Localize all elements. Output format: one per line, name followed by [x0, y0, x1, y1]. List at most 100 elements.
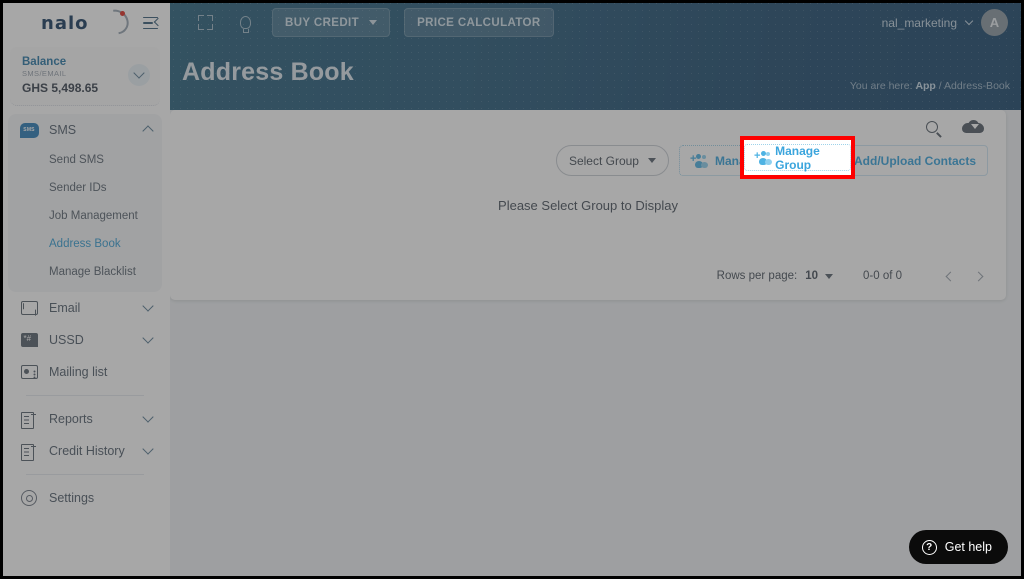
sidebar-item-ussd[interactable]: USSD — [8, 324, 162, 356]
nalo-logo-mark: nalo — [39, 4, 134, 39]
chevron-down-icon — [825, 273, 833, 279]
user-menu[interactable]: nal_marketing A — [882, 9, 1008, 36]
sidebar-item-send-sms[interactable]: Send SMS — [8, 146, 162, 174]
lightbulb-icon[interactable] — [232, 10, 258, 36]
breadcrumb-prefix: You are here: — [849, 80, 913, 92]
chevron-down-icon — [142, 411, 154, 423]
chevron-right-icon — [973, 271, 983, 281]
add-contacts-label: Add/Upload Contacts — [854, 153, 976, 168]
breadcrumb-separator: / — [938, 80, 942, 92]
sidebar-item-label: SMS — [49, 123, 77, 137]
menu-collapse-icon[interactable] — [138, 10, 164, 36]
sidebar-item-mailing-list[interactable]: Mailing list — [8, 356, 162, 388]
envelope-icon — [18, 297, 40, 319]
chevron-down-icon — [964, 16, 974, 25]
price-calculator-label: PRICE CALCULATOR — [417, 16, 541, 29]
sidebar-item-label: Settings — [49, 491, 95, 505]
frame-top — [0, 0, 1024, 3]
sms-bubble-icon: SMS — [18, 119, 40, 141]
sidebar-subitem-label: Sender IDs — [49, 182, 107, 194]
sidebar-item-job-management[interactable]: Job Management — [8, 202, 162, 230]
question-mark-icon: ? — [921, 539, 937, 555]
avatar[interactable]: A — [981, 9, 1008, 36]
ussd-icon — [18, 329, 40, 351]
sidebar-subitem-label: Manage Blacklist — [49, 266, 136, 278]
sidebar-nav: SMS SMS Send SMS Sender IDs Job Manageme… — [0, 106, 170, 579]
sidebar-item-credit-history[interactable]: Credit History — [8, 435, 162, 467]
balance-title: Balance — [22, 56, 67, 68]
sidebar-subitem-label: Job Management — [49, 210, 138, 222]
price-calculator-button[interactable]: PRICE CALCULATOR — [404, 8, 554, 37]
get-help-label: Get help — [944, 540, 992, 554]
sidebar-item-email[interactable]: Email — [8, 292, 162, 324]
credit-history-icon — [18, 440, 40, 462]
page-header: BUY CREDIT PRICE CALCULATOR nal_marketin… — [170, 0, 1024, 110]
sidebar-item-label: Mailing list — [49, 365, 108, 379]
chevron-down-icon — [142, 332, 154, 344]
rows-per-page-select[interactable]: 10 — [805, 270, 833, 282]
sidebar-item-label: Reports — [49, 412, 93, 426]
breadcrumb: You are here: App / Address-Book — [850, 80, 1010, 92]
pagination-range: 0-0 of 0 — [863, 270, 902, 282]
pagination: Rows per page: 10 0-0 of 0 — [717, 262, 992, 290]
empty-state-message: Please Select Group to Display — [498, 198, 678, 213]
get-help-button[interactable]: ? Get help — [908, 530, 1008, 564]
buy-credit-button[interactable]: BUY CREDIT — [272, 8, 391, 37]
previous-page-button[interactable] — [936, 262, 964, 290]
sidebar-item-label: Credit History — [49, 444, 125, 458]
chevron-down-icon — [133, 67, 145, 79]
sidebar-group-main: Email USSD Mailing list — [8, 292, 162, 514]
sidebar-item-settings[interactable]: Settings — [8, 482, 162, 514]
balance-expand-button[interactable] — [128, 64, 150, 86]
balance-card[interactable]: Balance SMS/EMAIL GHS 5,498.65 — [10, 47, 160, 106]
sidebar-item-manage-blacklist[interactable]: Manage Blacklist — [8, 258, 162, 286]
breadcrumb-app[interactable]: App — [915, 80, 935, 92]
chevron-down-icon — [369, 20, 378, 25]
frame-left — [0, 0, 3, 579]
card-actions — [926, 120, 984, 133]
logo-text: nalo — [41, 12, 89, 34]
sidebar-item-reports[interactable]: Reports — [8, 403, 162, 435]
buy-credit-label: BUY CREDIT — [285, 16, 360, 29]
sidebar-subitem-label: Address Book — [49, 238, 121, 250]
user-name: nal_marketing — [881, 15, 957, 30]
add-group-icon: + — [754, 150, 772, 165]
sidebar-item-label: USSD — [49, 333, 84, 347]
chevron-up-icon — [142, 125, 154, 137]
gear-icon — [18, 487, 40, 509]
sidebar-subitem-label: Send SMS — [49, 154, 104, 166]
mailing-list-icon — [18, 361, 40, 383]
report-icon — [18, 408, 40, 430]
cloud-download-icon[interactable] — [962, 120, 984, 133]
balance-amount: GHS 5,498.65 — [22, 81, 99, 95]
highlight-label: Manage Group — [775, 143, 820, 172]
search-icon[interactable] — [926, 120, 938, 133]
sidebar-item-address-book[interactable]: Address Book — [8, 230, 162, 258]
logo-dot-icon — [120, 10, 125, 16]
chevron-left-icon — [945, 271, 955, 281]
main-content: Select Group + Manage Group Add/Upload C… — [170, 110, 1024, 579]
logo-arc-icon — [98, 4, 134, 39]
sidebar-divider — [26, 395, 144, 396]
add-group-icon: + — [690, 153, 708, 168]
sidebar-item-label: Email — [49, 301, 81, 315]
chevron-down-icon — [142, 443, 154, 455]
chevron-down-icon — [142, 300, 154, 312]
select-group-label: Select Group — [568, 153, 639, 168]
rows-per-page-label: Rows per page: — [716, 270, 798, 282]
fullscreen-icon[interactable] — [192, 10, 218, 36]
manage-group-button-highlighted[interactable]: + Manage Group — [744, 143, 851, 172]
next-page-button[interactable] — [964, 262, 992, 290]
highlight-annotation-manage-group[interactable]: + Manage Group — [740, 136, 855, 179]
address-book-card: Select Group + Manage Group Add/Upload C… — [170, 110, 1006, 300]
sidebar-divider — [26, 474, 144, 475]
breadcrumb-current: Address-Book — [944, 80, 1010, 92]
select-group-dropdown[interactable]: Select Group — [555, 145, 669, 176]
rows-per-page-value: 10 — [805, 270, 818, 282]
sidebar-item-sms[interactable]: SMS SMS — [8, 114, 162, 146]
sidebar-item-sender-ids[interactable]: Sender IDs — [8, 174, 162, 202]
chevron-down-icon — [647, 158, 656, 163]
sidebar: nalo Balance SMS/EMAIL GHS 5,498.65 SMS … — [0, 0, 170, 579]
page-title: Address Book — [182, 58, 354, 86]
sidebar-group-sms: SMS SMS Send SMS Sender IDs Job Manageme… — [8, 114, 162, 292]
